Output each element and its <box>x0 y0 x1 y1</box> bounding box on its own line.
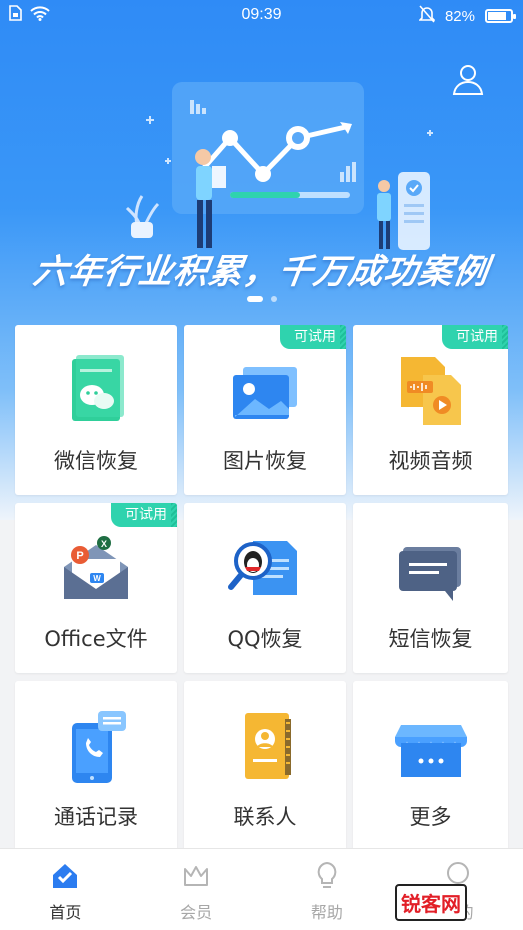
trial-badge: 可试用 <box>280 325 346 349</box>
feature-label: 联系人 <box>233 805 297 829</box>
feature-label: 短信恢复 <box>388 627 473 651</box>
store-more-icon <box>394 725 467 777</box>
watermark-brand: 锐客网 <box>395 883 467 921</box>
office-mail-icon: P X W <box>64 536 128 599</box>
home-icon <box>53 864 78 888</box>
feature-video-audio[interactable]: 可试用 视频音频 <box>353 325 508 495</box>
media-files-icon <box>400 357 461 425</box>
feature-label: 微信恢复 <box>54 449 138 473</box>
tab-label: 首页 <box>49 903 82 922</box>
svg-text:W: W <box>93 574 101 583</box>
wechat-doc-icon <box>72 355 124 421</box>
feature-label: 更多 <box>409 805 452 829</box>
qq-search-icon <box>228 541 297 595</box>
feature-call-log[interactable]: 通话记录 <box>15 681 177 851</box>
tab-membership[interactable]: 会员 <box>131 849 262 930</box>
feature-label: Office文件 <box>44 627 148 651</box>
trial-badge: 可试用 <box>111 503 177 527</box>
banner-slogan: 六年行业积累，千万成功案例 <box>30 252 492 292</box>
contacts-icon <box>245 713 291 779</box>
carousel-dot-1[interactable] <box>246 296 263 302</box>
crown-icon <box>184 866 209 886</box>
carousel-dot-2[interactable] <box>270 296 277 302</box>
feature-sms-recovery[interactable]: 短信恢复 <box>353 503 508 673</box>
svg-text:P: P <box>76 550 83 562</box>
feature-label: QQ恢复 <box>227 627 303 651</box>
status-bar: 09:39 82% <box>0 0 523 30</box>
feature-qq-recovery[interactable]: QQ恢复 <box>184 503 346 673</box>
trial-badge: 可试用 <box>442 325 508 349</box>
feature-office-files[interactable]: 可试用 P X W Office文件 <box>15 503 177 673</box>
tab-home[interactable]: 首页 <box>0 849 131 930</box>
feature-label: 图片恢复 <box>223 449 307 473</box>
tab-label: 帮助 <box>310 903 343 922</box>
battery-percent: 82% <box>444 7 475 25</box>
watermark: 锐客网 <box>395 882 515 922</box>
bulb-icon <box>317 861 337 888</box>
feature-label: 通话记录 <box>54 805 138 829</box>
feature-contacts[interactable]: 联系人 <box>184 681 346 851</box>
feature-photo-recovery[interactable]: 可试用 图片恢复 <box>184 325 346 495</box>
feature-more[interactable]: 更多 <box>353 681 508 851</box>
bell-muted-icon <box>418 5 436 27</box>
feature-grid: 微信恢复 可试用 图片恢复 可试用 视频音频 可试用 P X W Office文… <box>15 325 509 851</box>
feature-label: 视频音频 <box>388 449 473 473</box>
photo-icon <box>233 367 297 419</box>
carousel-indicator[interactable] <box>0 296 523 302</box>
svg-text:X: X <box>101 539 107 549</box>
tab-label: 会员 <box>180 903 213 922</box>
sms-icon <box>398 547 461 601</box>
tab-help[interactable]: 帮助 <box>262 849 393 930</box>
feature-wechat-recovery[interactable]: 微信恢复 <box>15 325 177 495</box>
battery-icon <box>485 9 516 23</box>
call-log-icon <box>72 711 126 783</box>
